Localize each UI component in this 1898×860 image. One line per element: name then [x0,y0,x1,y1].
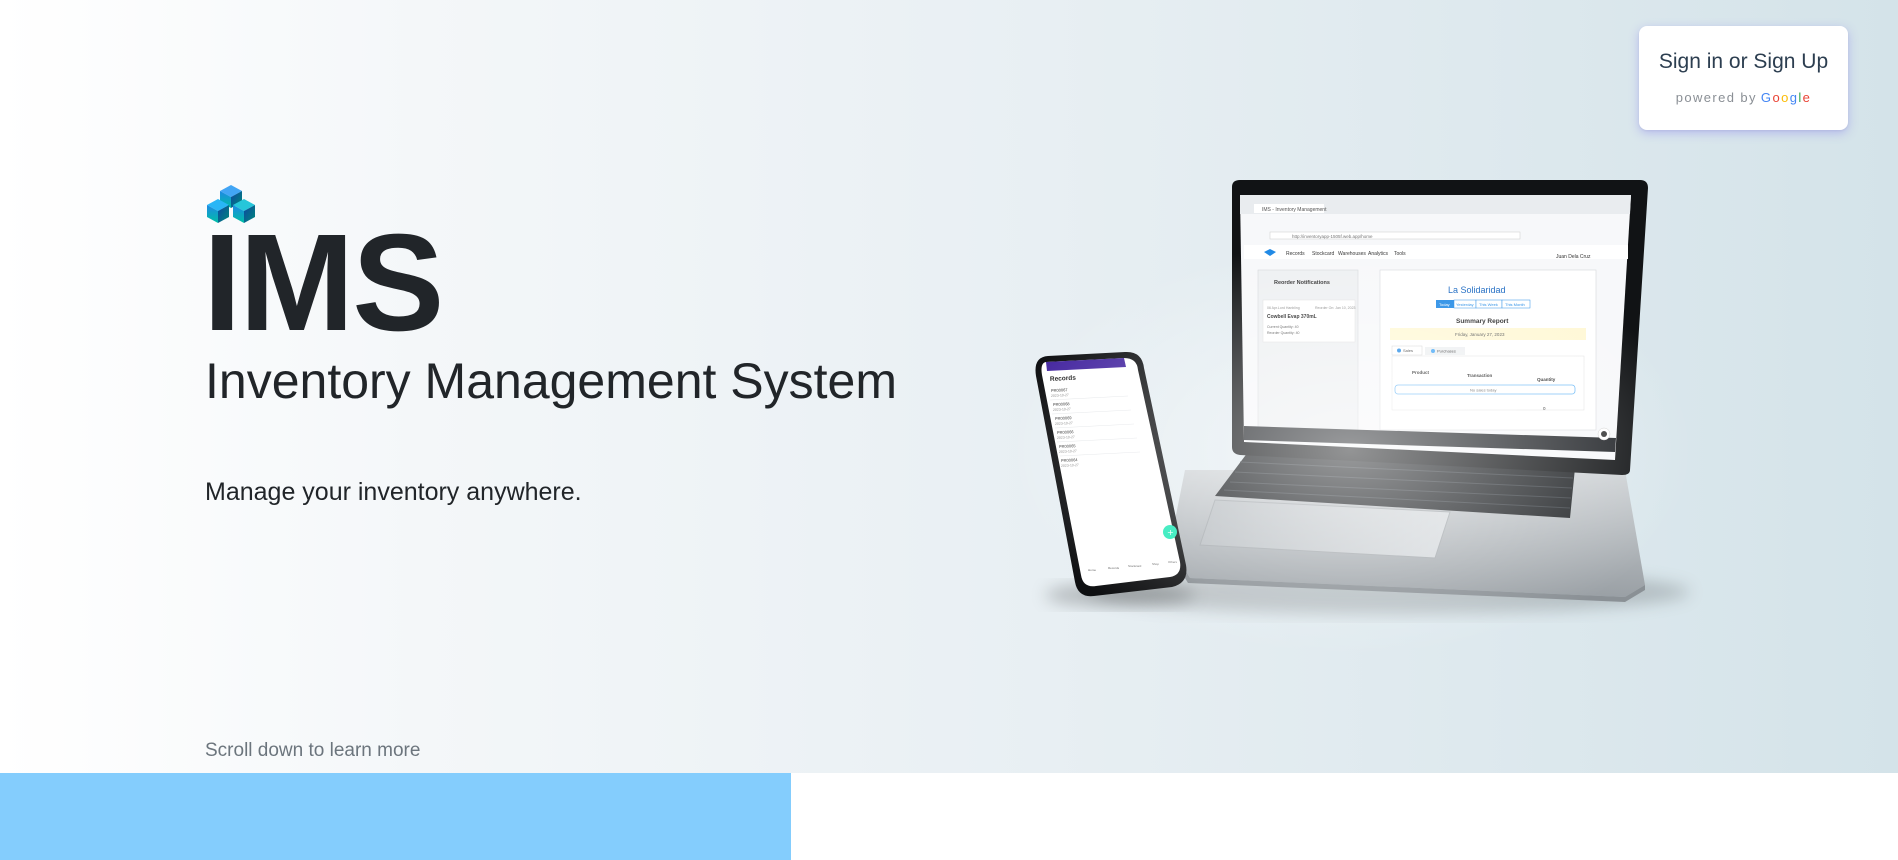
laptop-reorder-name: Cowbell Evap 370mL [1267,314,1317,320]
laptop-url: http://inventoryapp-1505f.web.app/home [1292,234,1373,239]
phone-title: Records [1050,375,1077,383]
laptop-screen: IMS - Inventory Management http://invent… [1232,180,1648,475]
laptop-report-date: Friday, January 27, 2023 [1455,332,1505,337]
phone-nav-shop: Shop [1152,562,1159,566]
scroll-hint-link[interactable]: Scroll down to learn more [205,740,420,762]
laptop-period-yesterday: Yesterday [1456,302,1474,307]
phone-record-id: PR00068 [1053,401,1071,407]
phone-record-id: PR00066 [1057,429,1075,435]
laptop-store-name: La Solidaridad [1448,285,1506,295]
phone-nav-stockcard: Stockcard [1128,564,1142,568]
svg-text:+: + [1167,528,1174,537]
laptop-reorder-meta: 06 Apr.Lord Hanbling [1267,306,1300,310]
laptop-nav-tools: Tools [1394,251,1406,257]
laptop-empty-msg: No sales today [1470,388,1496,393]
phone-record-id: PR00067 [1051,387,1069,393]
laptop-report-title: Summary Report [1456,318,1509,325]
laptop-period-week: This Week [1479,302,1498,307]
laptop-reorder-date: Reorder On: Jan 10, 2023 [1315,306,1356,310]
laptop-period-today: Today [1439,302,1450,307]
phone-nav-records: Records [1108,566,1120,570]
devices-illustration: IMS - Inventory Management http://invent… [1035,180,1690,614]
phone-nav-home: Home [1088,568,1096,572]
laptop-nav-stockcard: Stockcard [1312,251,1334,257]
laptop-reorder-title: Reorder Notifications [1274,280,1330,286]
phone: Records PR00067 2023-10-27 PR00068 2023-… [1035,351,1187,597]
laptop-th-quantity: Quantity [1537,377,1556,382]
laptop-nav-analytics: Analytics [1368,251,1389,257]
phone-nav-others: Others [1168,560,1178,564]
laptop-reorder-level: Reorder Quantity: 40 [1267,331,1300,335]
bottom-band-white [791,773,1898,860]
laptop-reorder-current: Current Quantity: 40 [1267,325,1299,329]
laptop-user: Juan Dela Cruz [1556,254,1591,260]
laptop-th-transaction: Transaction [1467,373,1493,378]
laptop-tab-title: IMS - Inventory Management [1262,207,1327,213]
phone-record-id: PR00069 [1055,415,1073,421]
laptop-nav-records: Records [1286,251,1305,257]
phone-record-id: PR00064 [1061,457,1079,463]
laptop-nav-warehouses: Warehouses [1338,251,1366,257]
laptop-period-month: This Month [1505,302,1525,307]
phone-record-id: PR00065 [1059,443,1077,449]
laptop-th-product: Product [1412,370,1430,375]
laptop-tab-purchases: Purchases [1437,349,1456,354]
laptop-tab-sales: Sales [1403,348,1413,353]
hero-section: Sign in or Sign Up powered by Google IMS… [0,0,1898,773]
bottom-band-blue [0,773,791,860]
laptop-base [1168,452,1645,602]
